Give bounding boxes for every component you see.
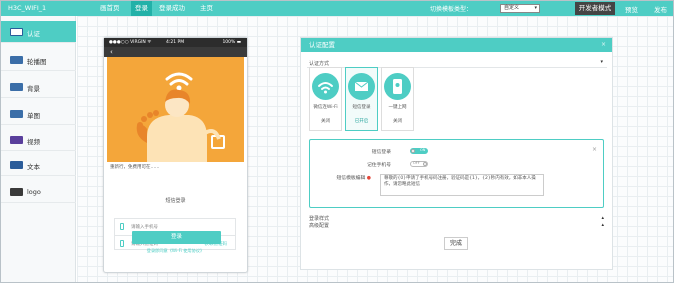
- close-icon[interactable]: ×: [592, 146, 597, 153]
- wifi-icon: [312, 73, 339, 100]
- sidebar-item-auth[interactable]: 认证: [1, 21, 76, 43]
- sms-template-label-text: 短信模板编辑: [336, 176, 366, 181]
- phone-preview: ●●●○○ VIRGIN ᯤ 4:21 PM 100% ▬ ‹ 重新行，免费用可…: [103, 37, 248, 273]
- chevron-up-icon[interactable]: ▾: [600, 59, 603, 65]
- sidebar-item-background[interactable]: 背景: [1, 76, 76, 98]
- auth-method-title: 微信连Wi-Fi: [313, 105, 338, 110]
- sms-template-textarea[interactable]: 尊敬的{0}申请了手机号码注册，验证码是{1}，{2}秒内有效，如非本人操作，请…: [380, 174, 544, 196]
- back-arrow-icon[interactable]: ‹: [110, 47, 113, 57]
- sidebar-item-carousel[interactable]: 轮播图: [1, 49, 76, 71]
- phone-icon: [120, 223, 124, 230]
- sidebar-item-text[interactable]: 文本: [1, 154, 76, 176]
- sidebar-item-label: 文本: [27, 163, 40, 171]
- welcome-text: 重新行，免费用可在……: [110, 165, 160, 170]
- one-click-icon: [384, 73, 411, 100]
- nav-main[interactable]: 主页: [200, 1, 213, 16]
- preview-button[interactable]: 预览: [625, 4, 638, 14]
- auth-method-card-one-click[interactable]: 一键上网 关闭: [381, 67, 414, 131]
- toggle-knob: [411, 149, 415, 153]
- phone-nav-bar: ‹: [104, 47, 247, 57]
- sidebar-item-video[interactable]: 视频: [1, 129, 76, 151]
- battery-label: 100% ▬: [222, 40, 241, 45]
- auth-method-title: 一键上网: [388, 105, 407, 110]
- auth-method-status: 关闭: [393, 119, 402, 124]
- template-type-label: 切换模板类型：: [430, 6, 473, 13]
- toggle-state: ON: [420, 148, 426, 152]
- sms-login-heading: 短信登录: [165, 198, 186, 204]
- chevron-up-icon: ▴: [601, 215, 604, 221]
- login-button[interactable]: 登录: [132, 231, 221, 244]
- phone-number-placeholder: 请输入手机号: [131, 225, 158, 230]
- agreement-link[interactable]: 登录即同意《Wi-Fi 使用协议》: [104, 248, 247, 254]
- logo-icon: [10, 188, 23, 196]
- sidebar-item-label: 背景: [27, 85, 40, 93]
- done-button[interactable]: 完成: [444, 237, 468, 250]
- sidebar-item-single-image[interactable]: 单图: [1, 103, 76, 125]
- auth-method-title: 短信登录: [352, 105, 371, 110]
- nav-home-page[interactable]: 画首页: [100, 1, 120, 16]
- text-icon: [10, 161, 23, 169]
- developer-mode-button[interactable]: 开发者模式: [575, 2, 615, 15]
- remember-phone-label: 记住手机号: [367, 163, 391, 168]
- publish-button[interactable]: 发布: [654, 4, 667, 14]
- auth-method-status: 已开启: [354, 119, 369, 124]
- chevron-down-icon: ▾: [534, 5, 537, 11]
- advanced-config-section[interactable]: 高级配置 ▴: [309, 222, 604, 229]
- toggle-state: OFF: [413, 161, 420, 165]
- chevron-up-icon: ▴: [601, 222, 604, 228]
- toggle-knob: [423, 162, 427, 166]
- close-icon[interactable]: ×: [601, 38, 606, 52]
- sms-template-label: 短信模板编辑 ●: [311, 174, 371, 181]
- template-type-select[interactable]: 自定义 ▾: [500, 4, 540, 13]
- component-sidebar: 认证 轮播图 背景 单图 视频 文本 logo: [1, 16, 76, 282]
- sms-login-label: 短信登录: [371, 150, 391, 155]
- background-icon: [10, 83, 23, 91]
- sidebar-item-label: 轮播图: [27, 58, 47, 66]
- auth-method-status: 关闭: [321, 119, 330, 124]
- sidebar-item-logo[interactable]: logo: [1, 181, 76, 203]
- top-bar: H3C_WIFI_1 画首页 登录 登录成功 主页 切换模板类型： 自定义 ▾ …: [1, 1, 673, 16]
- nav-login-success[interactable]: 登录成功: [159, 1, 185, 16]
- auth-method-card-wechat[interactable]: 微信连Wi-Fi 关闭: [309, 67, 342, 131]
- auth-icon: [10, 28, 23, 36]
- phone-status-bar: ●●●○○ VIRGIN ᯤ 4:21 PM 100% ▬: [104, 38, 247, 47]
- person-wifi-illustration: [107, 57, 244, 162]
- advanced-config-label: 高级配置: [309, 223, 330, 229]
- template-type-value: 自定义: [504, 5, 520, 11]
- panel-header: 认证配置 ×: [301, 38, 612, 52]
- sms-icon: [348, 73, 375, 100]
- nav-login[interactable]: 登录: [131, 1, 152, 16]
- sidebar-item-label: 单图: [27, 112, 40, 120]
- hero-illustration: [107, 57, 244, 162]
- single-image-icon: [10, 110, 23, 118]
- carousel-icon: [10, 56, 23, 64]
- sidebar-item-label: 视频: [27, 138, 40, 146]
- carrier-label: ●●●○○ VIRGIN ᯤ: [109, 40, 152, 45]
- required-marker: ●: [365, 176, 371, 181]
- login-style-section[interactable]: 登录样式 ▴: [309, 215, 604, 222]
- remember-phone-toggle[interactable]: OFF: [410, 161, 428, 167]
- sidebar-item-label: 认证: [27, 30, 40, 38]
- sidebar-item-label: logo: [27, 188, 41, 196]
- video-icon: [10, 136, 23, 144]
- auth-method-label: 认证方式: [309, 61, 330, 67]
- lock-icon: [120, 240, 124, 247]
- auth-method-card-sms[interactable]: 短信登录 已开启: [345, 67, 378, 131]
- panel-title: 认证配置: [309, 41, 335, 49]
- clock-label: 4:21 PM: [166, 40, 185, 45]
- sms-login-toggle[interactable]: ON: [410, 148, 428, 154]
- app-brand: H3C_WIFI_1: [8, 4, 47, 12]
